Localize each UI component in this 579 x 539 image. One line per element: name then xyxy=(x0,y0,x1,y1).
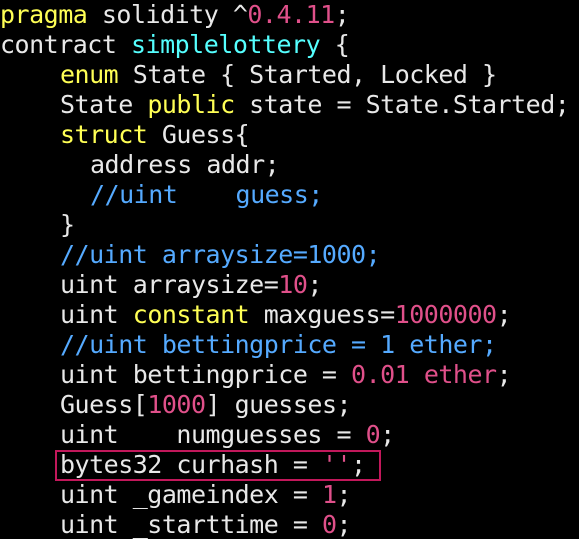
code-editor[interactable]: pragma solidity ^0.4.11; contract simplel… xyxy=(0,0,579,539)
code-token-number: 1000 xyxy=(147,390,206,419)
code-token-plain: ] guesses; xyxy=(205,390,352,419)
code-line: uint numguesses = 0; xyxy=(60,420,395,450)
code-token-comment: //uint guess; xyxy=(90,180,323,209)
code-line: //uint guess; xyxy=(90,180,323,210)
code-line: //uint arraysize=1000; xyxy=(60,240,381,270)
code-line: address addr; xyxy=(90,150,280,180)
code-token-plain: uint arraysize= xyxy=(60,270,279,299)
code-token-plain: { xyxy=(320,30,350,59)
code-token-plain: ; xyxy=(496,360,512,389)
highlight-box-curhash xyxy=(55,450,381,481)
code-line: pragma solidity ^0.4.11; xyxy=(0,0,350,30)
code-token-plain: uint bettingprice = xyxy=(60,360,352,389)
code-token-plain: solidity ^ xyxy=(101,0,248,29)
code-token-number: 1000000 xyxy=(394,300,497,329)
code-token-number: 0 xyxy=(321,510,337,539)
code-token-plain: ; xyxy=(496,300,512,329)
code-line: uint _gameindex = 1; xyxy=(60,480,352,510)
code-line: enum State { Started, Locked } xyxy=(60,60,497,90)
code-token-number: ether xyxy=(423,360,497,389)
code-token-plain: uint _starttime = xyxy=(60,510,322,539)
code-token-plain: State xyxy=(60,90,148,119)
code-token-plain: Guess[ xyxy=(60,390,148,419)
code-line: struct Guess{ xyxy=(60,120,250,150)
code-token-plain: maxguess= xyxy=(249,300,395,329)
code-token-plain: State { Started, Locked } xyxy=(118,60,497,89)
code-token-plain: ; xyxy=(380,420,395,449)
code-token-keyword: enum xyxy=(60,60,119,89)
code-token-plain: contract xyxy=(0,30,131,59)
code-token-number: 10 xyxy=(278,270,308,299)
code-token-comment: //uint bettingprice = 1 ether; xyxy=(60,330,497,359)
code-line: Guess[1000] guesses; xyxy=(60,390,352,420)
code-token-plain: address addr; xyxy=(90,150,280,179)
code-token-plain: ; xyxy=(307,270,322,299)
code-token-plain: uint _gameindex = xyxy=(60,480,322,509)
code-token-plain: ; xyxy=(336,480,352,509)
code-token-type: simplelottery xyxy=(130,30,321,59)
code-token-keyword: constant xyxy=(132,300,250,329)
code-token-plain: uint numguesses = xyxy=(60,420,366,449)
code-line: uint _starttime = 0; xyxy=(60,510,352,539)
code-token-keyword: struct xyxy=(60,120,148,149)
code-line: uint bettingprice = 0.01 ether; xyxy=(60,360,512,390)
code-line: } xyxy=(60,210,75,240)
code-line: contract simplelottery { xyxy=(0,30,350,60)
code-token-plain: } xyxy=(60,210,75,239)
code-token-plain: ; xyxy=(336,510,352,539)
code-line: //uint bettingprice = 1 ether; xyxy=(60,330,497,360)
code-token-number: 1 xyxy=(321,480,337,509)
code-token-keyword: pragma xyxy=(0,0,102,29)
code-token-plain: ; xyxy=(334,0,350,29)
code-token-number: 0 xyxy=(365,420,381,449)
code-token-comment: //uint arraysize=1000; xyxy=(60,240,381,269)
code-token-plain: uint xyxy=(60,300,133,329)
code-line: uint arraysize=10; xyxy=(60,270,322,300)
code-token-keyword: public xyxy=(147,90,235,119)
code-token-number: 0.01 xyxy=(351,360,410,389)
code-token-plain: Guess{ xyxy=(147,120,250,149)
code-token-number: 0.4.11 xyxy=(247,0,335,29)
code-line: uint constant maxguess=1000000; xyxy=(60,300,512,330)
code-token-plain: state = State.Started; xyxy=(234,90,570,119)
code-line: State public state = State.Started; xyxy=(60,90,570,120)
